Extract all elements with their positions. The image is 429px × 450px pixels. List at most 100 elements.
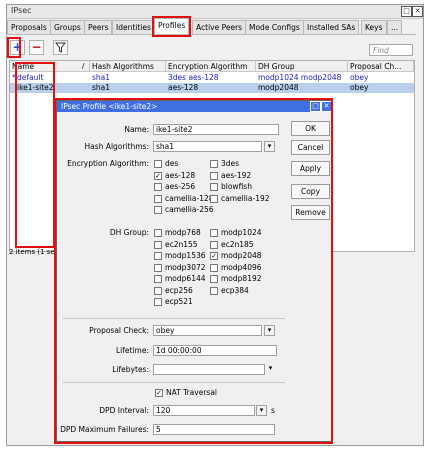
enc-checkbox[interactable]: ✓ xyxy=(154,171,162,180)
table-row[interactable]: * default sha1 3des aes-128 modp1024 mod… xyxy=(10,73,414,83)
lifebytes-dropdown-icon[interactable]: ▾ xyxy=(265,364,276,375)
lifebytes-field[interactable] xyxy=(153,364,265,375)
tab-keys[interactable]: Keys xyxy=(361,20,387,35)
dh-option-label: ec2n185 xyxy=(221,239,254,249)
enc-option-label: 3des xyxy=(221,159,240,168)
enc-checkbox[interactable] xyxy=(154,194,162,203)
cell-proposal-check: obey xyxy=(350,73,369,82)
cell-name: ike1-site2 xyxy=(17,83,54,92)
table-row-selected[interactable]: ike1-site2 sha1 aes-128 modp2048 obey xyxy=(10,83,414,93)
cell-dh-group: modp1024 modp2048 xyxy=(258,73,342,82)
dh-option-label: modp8192 xyxy=(221,274,262,283)
section-divider xyxy=(63,318,285,319)
dpd-interval-field[interactable]: 120 xyxy=(153,405,255,416)
dh-option-label: modp1024 xyxy=(221,228,262,237)
ok-button[interactable]: OK xyxy=(291,121,330,136)
proposal-check-label: Proposal Check: xyxy=(89,326,149,335)
enc-checkbox[interactable] xyxy=(154,206,162,214)
remove-icon[interactable]: − xyxy=(29,40,44,55)
tab-strip-divider xyxy=(6,34,416,35)
dpd-interval-label: DPD Interval: xyxy=(99,406,149,415)
dpd-dropdown-icon[interactable]: ▾ xyxy=(256,405,267,416)
dh-option-label: modp4096 xyxy=(221,262,262,272)
dialog-title-bar[interactable]: IPsec Profile <ike1-site2> □ ✕ xyxy=(57,101,332,112)
enc-checkbox[interactable] xyxy=(154,160,162,168)
enc-option-label: camellia-256 xyxy=(165,205,214,214)
find-input[interactable]: Find xyxy=(369,44,413,56)
dh-checkbox[interactable] xyxy=(154,240,162,249)
column-encryption[interactable]: Encryption Algorithm xyxy=(166,61,256,72)
cell-proposal-check: obey xyxy=(350,83,369,92)
window-title: IPsec xyxy=(11,6,32,15)
tab-mode-configs[interactable]: Mode Configs xyxy=(245,20,304,35)
proposal-check-select[interactable]: obey xyxy=(153,325,262,336)
ipsec-profile-dialog: IPsec Profile <ike1-site2> □ ✕ Name: ike… xyxy=(56,100,333,442)
enc-option-label: blowfish xyxy=(221,182,252,191)
cell-encryption: aes-128 xyxy=(168,83,199,92)
enc-option-label: aes-128 xyxy=(165,170,196,180)
dh-checkbox[interactable] xyxy=(154,252,162,260)
dh-option-label: modp1536 xyxy=(165,251,206,260)
dh-checkbox[interactable] xyxy=(210,229,218,237)
hash-algorithms-select[interactable]: sha1 xyxy=(153,141,262,152)
column-hash[interactable]: Hash Algorithms xyxy=(90,61,166,72)
dh-option-label: ecp256 xyxy=(165,285,193,295)
apply-button[interactable]: Apply xyxy=(291,161,330,176)
cell-hash: sha1 xyxy=(92,83,111,92)
tab-groups[interactable]: Groups xyxy=(50,20,85,35)
tab-identities[interactable]: Identities xyxy=(112,20,155,35)
restore-icon[interactable]: □ xyxy=(310,101,321,112)
enc-checkbox[interactable] xyxy=(210,160,218,168)
proposal-dropdown-icon[interactable]: ▾ xyxy=(264,325,275,336)
enc-checkbox[interactable] xyxy=(210,183,218,191)
cell-hash: sha1 xyxy=(92,73,111,82)
enc-checkbox[interactable] xyxy=(210,171,218,180)
copy-button[interactable]: Copy xyxy=(291,184,330,199)
cancel-button[interactable]: Cancel xyxy=(291,140,330,155)
filter-icon[interactable] xyxy=(53,40,68,55)
name-label: Name: xyxy=(124,125,149,134)
enc-checkbox[interactable] xyxy=(154,183,162,191)
dh-checkbox[interactable] xyxy=(154,229,162,237)
column-proposal-check[interactable]: Proposal Ch... xyxy=(348,61,414,72)
dh-checkbox[interactable] xyxy=(154,275,162,283)
cell-dh-group: modp2048 xyxy=(258,83,299,92)
close-icon[interactable]: ✕ xyxy=(321,101,332,112)
dpd-unit: s xyxy=(271,406,275,415)
dh-option-label: modp2048 xyxy=(221,251,262,260)
enc-option-label: des xyxy=(165,159,179,168)
tab-profiles[interactable]: Profiles xyxy=(154,18,190,35)
tab-installed-sas[interactable]: Installed SAs xyxy=(303,20,360,35)
dh-checkbox[interactable] xyxy=(154,286,162,295)
dh-checkbox[interactable] xyxy=(210,240,218,249)
name-field[interactable]: ike1-site2 xyxy=(153,124,279,135)
enc-checkbox[interactable] xyxy=(210,194,218,203)
hash-dropdown-icon[interactable]: ▾ xyxy=(264,141,275,152)
dh-checkbox[interactable] xyxy=(154,263,162,272)
dh-checkbox[interactable] xyxy=(210,286,218,295)
remove-button[interactable]: Remove xyxy=(291,205,330,220)
window-title-bar[interactable]: IPsec □ ✕ xyxy=(7,5,423,19)
column-name[interactable]: Name xyxy=(10,61,90,72)
dh-checkbox[interactable] xyxy=(210,275,218,283)
dh-option-label: ec2n155 xyxy=(165,239,198,249)
tab-more[interactable]: ... xyxy=(387,20,403,35)
lifetime-field[interactable]: 1d 00:00:00 xyxy=(153,345,277,356)
enc-option-label: aes-192 xyxy=(221,170,252,180)
dh-checkbox[interactable]: ✓ xyxy=(210,252,218,260)
tab-peers[interactable]: Peers xyxy=(84,20,113,35)
column-dh-group[interactable]: DH Group xyxy=(256,61,348,72)
dh-option-label: modp768 xyxy=(165,228,201,237)
tab-proposals[interactable]: Proposals xyxy=(7,20,51,35)
dh-checkbox[interactable] xyxy=(210,263,218,272)
close-icon[interactable]: ✕ xyxy=(412,6,423,17)
dh-checkbox[interactable] xyxy=(154,298,162,306)
dpd-max-failures-field[interactable]: 5 xyxy=(153,424,275,435)
add-icon[interactable]: + xyxy=(10,40,25,55)
tab-active-peers[interactable]: Active Peers xyxy=(192,20,247,35)
restore-icon[interactable]: □ xyxy=(401,6,412,17)
nat-traversal-checkbox[interactable]: ✓ xyxy=(155,389,163,397)
dh-option-label: ecp384 xyxy=(221,285,249,295)
cell-encryption: 3des aes-128 xyxy=(168,73,219,82)
dh-group-label: DH Group: xyxy=(109,228,149,237)
